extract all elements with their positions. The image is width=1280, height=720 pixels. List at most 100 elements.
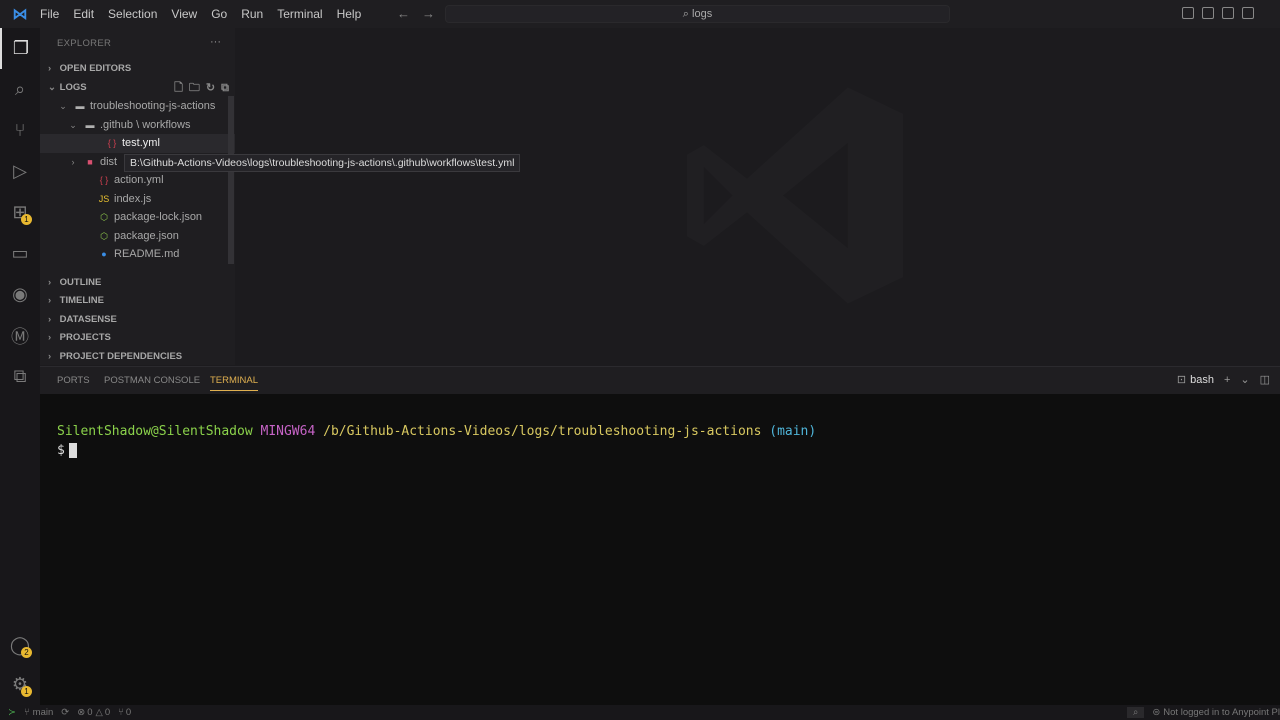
terminal-cursor: [68, 443, 77, 458]
folder-open-icon: ▬: [85, 119, 95, 130]
search-icon[interactable]: ⌕: [0, 69, 40, 110]
npm-icon: ⬡: [100, 212, 108, 222]
errors-count[interactable]: 0: [87, 707, 92, 718]
tree-item[interactable]: ● README.md: [40, 245, 235, 264]
menu-run[interactable]: Run: [241, 7, 263, 21]
menu-help[interactable]: Help: [337, 7, 362, 21]
accounts-badge: 2: [21, 647, 32, 658]
tree-item[interactable]: JS index.js: [40, 190, 235, 209]
terminal-icon: ⊡: [1176, 374, 1187, 386]
errors-icon[interactable]: ⊗: [77, 707, 85, 718]
postman-icon[interactable]: ◉: [0, 274, 40, 315]
extensions-badge: 1: [21, 214, 32, 225]
ports-count[interactable]: 0: [126, 707, 131, 718]
menu-view[interactable]: View: [171, 7, 197, 21]
section-label: PROJECTS: [59, 332, 111, 343]
split-terminal-icon[interactable]: ◫: [1260, 373, 1270, 386]
section-project-dependencies[interactable]: › PROJECT DEPENDENCIES: [40, 348, 235, 367]
search-icon: ⌕: [682, 8, 693, 20]
terminal-prompt-line: SilentShadow@SilentShadow MINGW64 /b/Git…: [57, 422, 1280, 441]
tab-postman-console[interactable]: POSTMAN CONSOLE: [104, 375, 200, 386]
zoom-icon[interactable]: ⌕: [1126, 707, 1145, 718]
extensions-icon[interactable]: ⊞ 1: [0, 192, 40, 233]
tree-item[interactable]: ⬡ package-lock.json: [40, 208, 235, 227]
terminal-branch: (main): [769, 424, 817, 439]
tree-item[interactable]: ⬡ package.json: [40, 227, 235, 246]
mulesoft-icon[interactable]: Ⓜ: [0, 315, 40, 356]
tree-item[interactable]: ⌄ ▬ .github \ workflows: [40, 116, 235, 135]
new-file-icon[interactable]: 🗋: [174, 79, 183, 98]
settings-gear-icon[interactable]: ⚙ 1: [0, 664, 40, 705]
terminal-shell-label[interactable]: bash: [1190, 374, 1214, 386]
back-arrow-icon[interactable]: ←: [397, 6, 410, 21]
terminal[interactable]: SilentShadow@SilentShadow MINGW64 /b/Git…: [40, 394, 1280, 705]
explorer-scrollbar[interactable]: [228, 96, 234, 264]
chevron-right-icon: ›: [71, 156, 75, 167]
tree-item[interactable]: { } test.yml: [40, 134, 235, 153]
folder-open-icon: ▬: [75, 101, 85, 111]
chevron-down-icon[interactable]: ⌄: [1240, 373, 1249, 386]
toggle-panel-icon[interactable]: [1202, 7, 1214, 19]
panel-header: PORTS POSTMAN CONSOLE TERMINAL ⊡ bash + …: [40, 366, 1280, 394]
terminal-env: MINGW64: [260, 424, 316, 439]
ports-icon[interactable]: ⑂: [118, 707, 124, 718]
menu-file[interactable]: File: [40, 7, 59, 21]
section-label: TIMELINE: [59, 295, 104, 306]
tree-item[interactable]: { } action.yml: [40, 171, 235, 190]
new-terminal-icon[interactable]: +: [1224, 374, 1230, 386]
source-control-icon[interactable]: ⑂: [0, 110, 40, 151]
menu-edit[interactable]: Edit: [73, 7, 94, 21]
section-timeline[interactable]: › TIMELINE: [40, 292, 235, 311]
explorer-sidebar: EXPLORER ··· › OPEN EDITORS ⌄ LOGS 🗋 🗀 ↻ ⧉ …: [40, 28, 235, 365]
tab-ports[interactable]: PORTS: [57, 375, 90, 386]
new-folder-icon[interactable]: 🗀: [189, 79, 200, 98]
customize-layout-icon[interactable]: [1242, 7, 1254, 19]
status-bar: ≻ ⑂ main ⟳ ⊗ 0 △ 0 ⑂ 0 ⌕ ⊜ Not logged in to …: [0, 705, 1280, 720]
info-icon: ●: [101, 249, 107, 259]
tree-item[interactable]: ⌄ ▬ troubleshooting-js-actions: [40, 97, 235, 116]
chevron-right-icon: ›: [48, 313, 52, 325]
sync-icon[interactable]: ⟳: [61, 707, 69, 718]
more-actions-icon[interactable]: ···: [210, 36, 221, 48]
menu-selection[interactable]: Selection: [108, 7, 157, 21]
activity-bar: ❐ ⌕ ⑂ ▷ ⊞ 1 ▭ ◉ Ⓜ ⧉ ◯ 2 ⚙ 1: [0, 28, 40, 705]
run-debug-icon[interactable]: ▷: [0, 151, 40, 192]
warnings-icon[interactable]: △: [96, 707, 103, 718]
section-datasense[interactable]: › DATASENSE: [40, 311, 235, 330]
open-editors-section[interactable]: › OPEN EDITORS: [40, 60, 235, 79]
account-icon: ⊜: [1152, 707, 1161, 718]
anypoint-status[interactable]: Not logged in to Anypoint Pl: [1163, 707, 1280, 718]
branch-icon[interactable]: ⑂: [24, 707, 30, 718]
remote-explorer-icon[interactable]: ▭: [0, 233, 40, 274]
tree-item-label: .github \ workflows: [100, 118, 191, 131]
warnings-count[interactable]: 0: [105, 707, 110, 718]
command-center-search[interactable]: ⌕ logs: [445, 5, 950, 23]
tree-item-label: README.md: [114, 248, 180, 260]
chevron-right-icon: ›: [48, 276, 52, 288]
chevron-right-icon: ›: [48, 332, 52, 343]
yaml-icon: { }: [107, 138, 117, 148]
tree-item-label: package-lock.json: [114, 211, 203, 223]
toggle-secondary-sidebar-icon[interactable]: [1222, 7, 1234, 19]
vscode-watermark-icon: [687, 87, 903, 304]
tree-item-label: test.yml: [122, 137, 160, 149]
section-projects[interactable]: › PROJECTS: [40, 329, 235, 348]
branch-name[interactable]: main: [33, 707, 54, 718]
accounts-icon[interactable]: ◯ 2: [0, 625, 40, 666]
menu-go[interactable]: Go: [211, 7, 227, 21]
yaml-icon: { }: [99, 175, 109, 185]
tab-terminal[interactable]: TERMINAL: [210, 375, 259, 391]
title-bar: ⋈ File Edit Selection View Go Run Termin…: [0, 0, 1280, 28]
menu-terminal[interactable]: Terminal: [277, 7, 322, 21]
forward-arrow-icon[interactable]: →: [422, 6, 435, 21]
explorer-icon[interactable]: ❐: [0, 28, 40, 69]
logs-section[interactable]: ⌄ LOGS 🗋 🗀 ↻ ⧉: [40, 79, 235, 98]
remote-icon[interactable]: ≻: [8, 707, 16, 718]
anypoint-icon[interactable]: ⧉: [0, 356, 40, 397]
refresh-icon[interactable]: ↻: [206, 79, 215, 98]
toggle-primary-sidebar-icon[interactable]: [1182, 7, 1194, 19]
vscode-logo-icon: ⋈: [12, 6, 28, 23]
collapse-all-icon[interactable]: ⧉: [221, 79, 229, 98]
tree-item-label: action.yml: [114, 174, 164, 186]
section-outline[interactable]: › OUTLINE: [40, 274, 235, 293]
